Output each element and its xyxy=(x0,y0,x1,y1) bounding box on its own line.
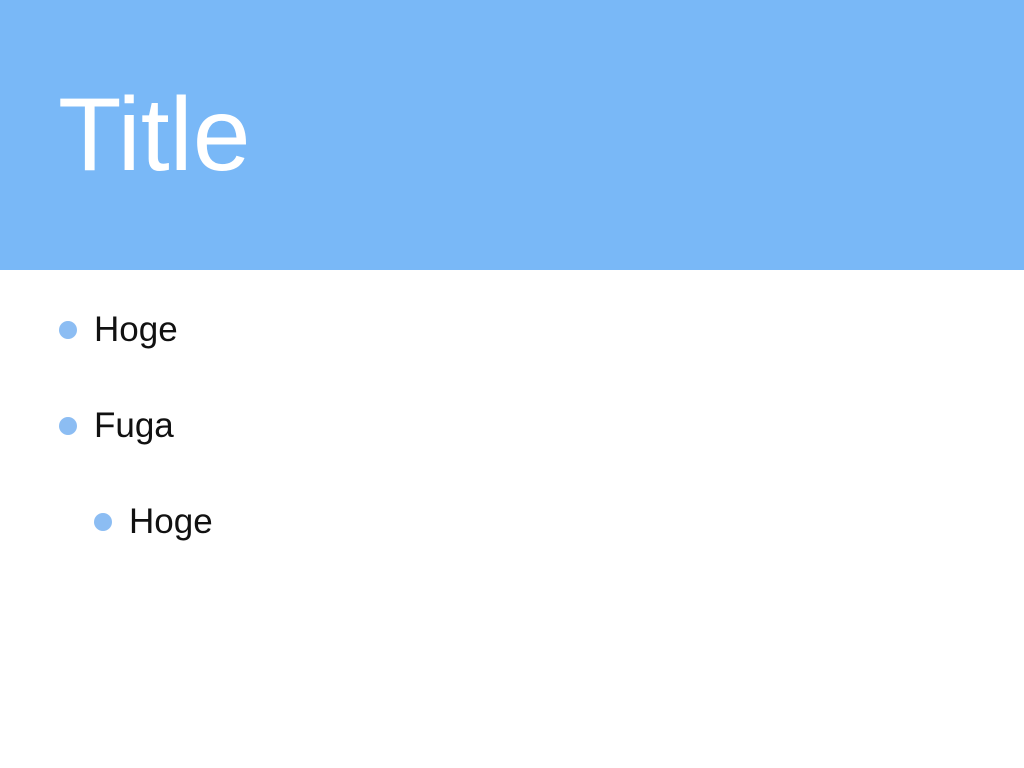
bullet-dot-icon xyxy=(59,417,77,435)
bullet-dot-icon xyxy=(59,321,77,339)
slide-title: Title xyxy=(58,77,251,193)
bullet-dot-icon xyxy=(94,513,112,531)
slide: Title Hoge Fuga Hoge xyxy=(0,0,1024,768)
title-banner: Title xyxy=(0,0,1024,270)
bullet-item: Hoge xyxy=(59,310,178,350)
bullet-item: Fuga xyxy=(59,406,174,446)
bullet-text: Hoge xyxy=(94,310,178,349)
bullet-text: Hoge xyxy=(129,502,213,541)
sub-bullet-item: Hoge xyxy=(94,502,213,542)
bullet-text: Fuga xyxy=(94,406,174,445)
